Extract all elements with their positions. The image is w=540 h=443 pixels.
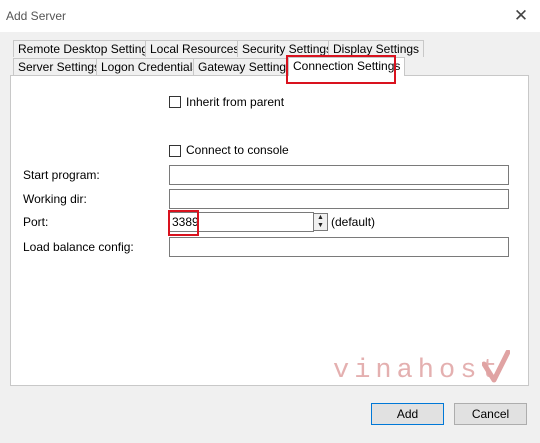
tab-label: Local Resources: [150, 42, 240, 56]
close-icon[interactable]: ✕: [511, 6, 531, 26]
port-input[interactable]: [169, 212, 314, 232]
spin-down-icon[interactable]: ▼: [314, 222, 327, 230]
inherit-from-parent-label: Inherit from parent: [186, 95, 285, 109]
tab-logon-credentials[interactable]: Logon Credentials: [96, 58, 204, 75]
tab-label: Connection Settings: [293, 59, 401, 73]
tab-label: Remote Desktop Settings: [18, 42, 155, 56]
connect-to-console-checkbox[interactable]: [169, 145, 181, 157]
tab-local-resources[interactable]: Local Resources: [145, 40, 245, 57]
start-program-label: Start program:: [23, 168, 100, 182]
cancel-button[interactable]: Cancel: [454, 403, 527, 425]
connect-to-console-label: Connect to console: [186, 143, 289, 157]
add-button[interactable]: Add: [371, 403, 444, 425]
tab-label: Gateway Settings: [198, 60, 293, 74]
title-bar: Add Server ✕: [0, 0, 540, 32]
start-program-input[interactable]: [169, 165, 509, 185]
working-dir-label: Working dir:: [23, 192, 87, 206]
tab-remote-desktop-settings[interactable]: Remote Desktop Settings: [13, 40, 160, 57]
load-balance-config-label: Load balance config:: [23, 240, 134, 254]
tab-connection-settings[interactable]: Connection Settings: [288, 57, 406, 76]
tab-label: Display Settings: [333, 42, 420, 56]
inherit-from-parent-checkbox[interactable]: [169, 96, 181, 108]
port-label: Port:: [23, 215, 49, 229]
port-spinner[interactable]: ▲ ▼: [313, 213, 328, 231]
tab-label: Server Settings: [18, 60, 101, 74]
check-mark-icon: [482, 350, 510, 383]
vinahost-watermark: vinahost: [333, 356, 503, 386]
tab-label: Logon Credentials: [101, 60, 199, 74]
working-dir-input[interactable]: [169, 189, 509, 209]
window-title: Add Server: [6, 9, 67, 23]
tab-gateway-settings[interactable]: Gateway Settings: [193, 58, 298, 75]
tab-security-settings[interactable]: Security Settings: [237, 40, 338, 57]
port-default-note: (default): [331, 215, 376, 229]
tab-server-settings[interactable]: Server Settings: [13, 58, 106, 75]
tab-label: Security Settings: [242, 42, 333, 56]
spin-up-icon[interactable]: ▲: [314, 214, 327, 222]
tab-display-settings[interactable]: Display Settings: [328, 40, 425, 57]
load-balance-config-input[interactable]: [169, 237, 509, 257]
